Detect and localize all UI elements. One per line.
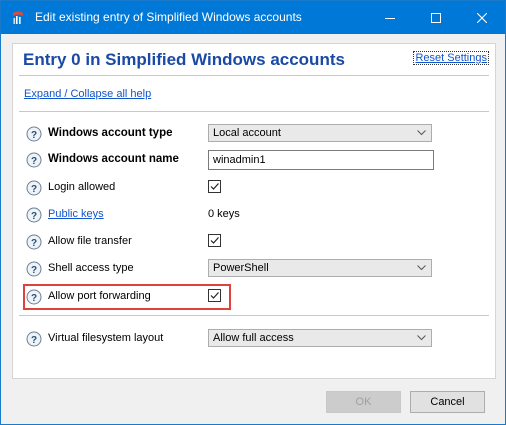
expand-collapse-help-link[interactable]: Expand / Collapse all help (24, 88, 151, 100)
field-label: Login allowed (48, 181, 116, 193)
field-row-public-keys: ? Public keys 0 keys (13, 205, 497, 225)
field-row-vfs-layout: ? Virtual filesystem layout Allow full a… (13, 329, 497, 349)
svg-text:?: ? (31, 184, 37, 195)
window-title: Edit existing entry of Simplified Window… (35, 10, 302, 24)
minimize-icon (385, 17, 395, 19)
divider (19, 111, 489, 112)
input-value: winadmin1 (213, 154, 266, 166)
select-value: Local account (213, 127, 281, 139)
highlight-box (23, 284, 231, 310)
maximize-button[interactable] (413, 1, 459, 34)
ok-button[interactable]: OK (326, 391, 401, 413)
app-icon (10, 10, 26, 26)
file-transfer-checkbox[interactable] (208, 234, 221, 247)
public-keys-count: 0 keys (208, 208, 240, 220)
field-row-login-allowed: ? Login allowed (13, 178, 497, 198)
svg-text:?: ? (31, 211, 37, 222)
help-icon[interactable]: ? (26, 126, 42, 142)
chevron-down-icon (417, 265, 426, 271)
account-type-select[interactable]: Local account (208, 124, 432, 142)
account-name-input[interactable]: winadmin1 (208, 150, 434, 170)
checkmark-icon (210, 237, 219, 244)
close-button[interactable] (459, 1, 505, 34)
public-keys-link[interactable]: Public keys (48, 208, 104, 220)
help-icon[interactable]: ? (26, 180, 42, 196)
help-icon[interactable]: ? (26, 207, 42, 223)
cancel-button[interactable]: Cancel (410, 391, 485, 413)
help-icon[interactable]: ? (26, 261, 42, 277)
vfs-layout-select[interactable]: Allow full access (208, 329, 432, 347)
field-label: Windows account type (48, 127, 173, 139)
select-value: PowerShell (213, 262, 269, 274)
field-label: Shell access type (48, 262, 134, 274)
divider (19, 75, 489, 76)
svg-text:?: ? (31, 156, 37, 167)
checkmark-icon (210, 183, 219, 190)
divider (19, 315, 489, 316)
chevron-down-icon (417, 335, 426, 341)
svg-text:?: ? (31, 130, 37, 141)
field-label: Virtual filesystem layout (48, 332, 164, 344)
settings-panel: Entry 0 in Simplified Windows accounts R… (12, 43, 496, 379)
reset-settings-link[interactable]: Reset Settings (413, 51, 489, 65)
svg-text:?: ? (31, 265, 37, 276)
dialog-window: Edit existing entry of Simplified Window… (0, 0, 506, 425)
field-label: Windows account name (48, 153, 179, 165)
title-bar[interactable]: Edit existing entry of Simplified Window… (1, 1, 505, 34)
close-icon (477, 12, 487, 23)
field-row-account-type: ? Windows account type Local account (13, 124, 497, 144)
minimize-button[interactable] (367, 1, 413, 34)
help-icon[interactable]: ? (26, 152, 42, 168)
help-icon[interactable]: ? (26, 234, 42, 250)
field-row-shell-access: ? Shell access type PowerShell (13, 259, 497, 279)
maximize-icon (431, 12, 441, 23)
svg-text:?: ? (31, 335, 37, 346)
chevron-down-icon (417, 130, 426, 136)
help-icon[interactable]: ? (26, 331, 42, 347)
page-title: Entry 0 in Simplified Windows accounts (23, 50, 345, 69)
field-row-account-name: ? Windows account name winadmin1 (13, 150, 497, 170)
shell-access-select[interactable]: PowerShell (208, 259, 432, 277)
field-row-file-transfer: ? Allow file transfer (13, 232, 497, 252)
select-value: Allow full access (213, 332, 294, 344)
login-allowed-checkbox[interactable] (208, 180, 221, 193)
svg-text:?: ? (31, 238, 37, 249)
field-label: Allow file transfer (48, 235, 132, 247)
